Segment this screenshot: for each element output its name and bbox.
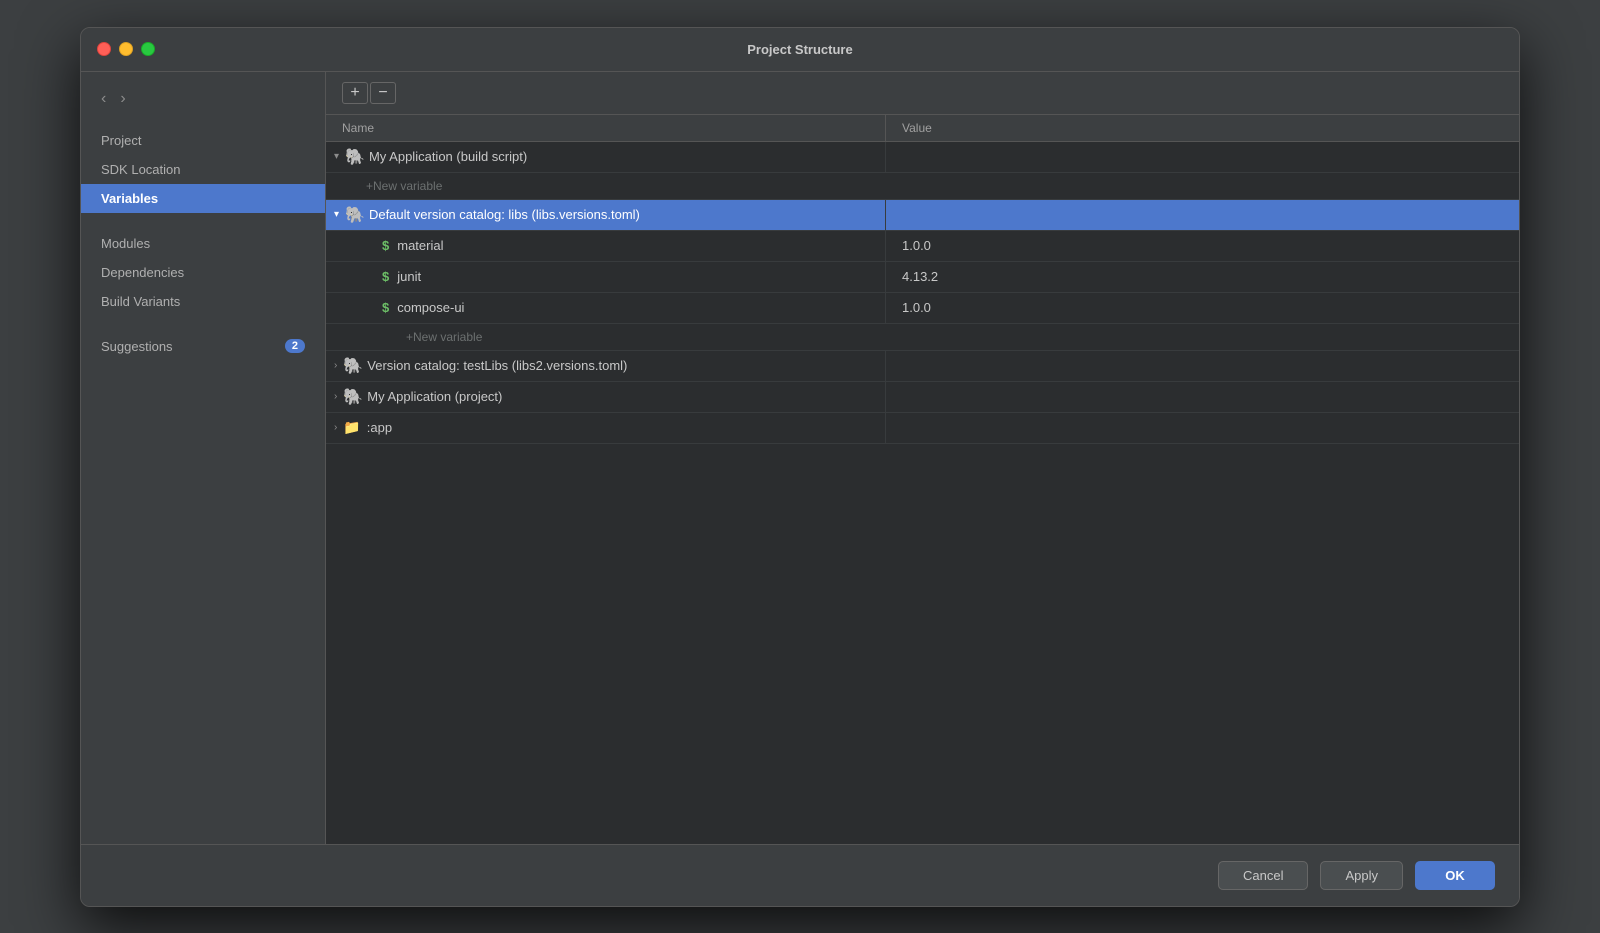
new-variable-row[interactable]: +New variable	[326, 173, 1519, 200]
variable-icon: $	[382, 300, 389, 315]
row-name-cell: ▾ 🐘 Default version catalog: libs (libs.…	[326, 200, 886, 230]
row-value-cell: 1.0.0	[886, 234, 1519, 257]
gradle-icon: 🐘	[343, 387, 363, 407]
table-row[interactable]: $ material 1.0.0	[326, 231, 1519, 262]
chevron-down-icon: ▾	[334, 209, 339, 220]
close-button[interactable]	[97, 42, 111, 56]
table-row[interactable]: ▾ 🐘 My Application (build script)	[326, 142, 1519, 173]
table-header: Name Value	[326, 115, 1519, 142]
row-name-cell: › 🐘 Version catalog: testLibs (libs2.ver…	[326, 351, 886, 381]
gradle-icon: 🐘	[345, 147, 365, 167]
sidebar-item-dependencies[interactable]: Dependencies	[81, 258, 325, 287]
sidebar-item-sdk-location[interactable]: SDK Location	[81, 155, 325, 184]
row-value-cell	[886, 211, 1519, 219]
title-bar: Project Structure	[81, 28, 1519, 72]
sidebar-item-build-variants[interactable]: Build Variants	[81, 287, 325, 316]
row-value-cell	[886, 393, 1519, 401]
dialog-title: Project Structure	[747, 42, 852, 57]
row-name-cell: $ junit	[326, 262, 886, 292]
sidebar-item-modules[interactable]: Modules	[81, 229, 325, 258]
row-name-cell: › 📁 :app	[326, 413, 886, 443]
row-name-cell: ▾ 🐘 My Application (build script)	[326, 142, 886, 172]
nav-forward-button[interactable]: ›	[116, 88, 129, 110]
add-variable-button[interactable]: +	[342, 82, 368, 104]
main-content: + − Name Value ▾ 🐘 My Application (build…	[326, 72, 1519, 844]
variable-icon: $	[382, 269, 389, 284]
variable-icon: $	[382, 238, 389, 253]
gradle-icon: 🐘	[345, 205, 365, 225]
row-value-cell	[886, 362, 1519, 370]
table-row[interactable]: $ compose-ui 1.0.0	[326, 293, 1519, 324]
project-structure-dialog: Project Structure ‹ › Project SDK Locati…	[80, 27, 1520, 907]
table-row[interactable]: ▾ 🐘 Default version catalog: libs (libs.…	[326, 200, 1519, 231]
sidebar: ‹ › Project SDK Location Variables Modul…	[81, 72, 326, 844]
ok-button[interactable]: OK	[1415, 861, 1495, 890]
dialog-body: ‹ › Project SDK Location Variables Modul…	[81, 72, 1519, 844]
row-value-cell	[886, 424, 1519, 432]
chevron-down-icon: ▾	[334, 151, 339, 162]
apply-button[interactable]: Apply	[1320, 861, 1403, 890]
chevron-right-icon: ›	[334, 391, 337, 402]
sidebar-item-project[interactable]: Project	[81, 126, 325, 155]
value-column-header: Value	[886, 115, 1519, 141]
table-row[interactable]: $ junit 4.13.2	[326, 262, 1519, 293]
toolbar: + −	[326, 72, 1519, 115]
sidebar-gap-2	[81, 316, 325, 332]
nav-back-button[interactable]: ‹	[97, 88, 110, 110]
name-column-header: Name	[326, 115, 886, 141]
remove-variable-button[interactable]: −	[370, 82, 396, 104]
traffic-lights	[97, 42, 155, 56]
table-row[interactable]: › 📁 :app	[326, 413, 1519, 444]
table-row[interactable]: › 🐘 Version catalog: testLibs (libs2.ver…	[326, 351, 1519, 382]
maximize-button[interactable]	[141, 42, 155, 56]
nav-arrows: ‹ ›	[81, 84, 325, 126]
bottom-bar: Cancel Apply OK	[81, 844, 1519, 906]
folder-icon: 📁	[343, 419, 360, 436]
sidebar-item-variables[interactable]: Variables	[81, 184, 325, 213]
row-name-cell: $ material	[326, 231, 886, 261]
suggestions-badge: 2	[285, 339, 305, 353]
sidebar-gap	[81, 213, 325, 229]
table-body: ▾ 🐘 My Application (build script) +New v…	[326, 142, 1519, 844]
new-variable-row[interactable]: +New variable	[326, 324, 1519, 351]
row-name-cell: $ compose-ui	[326, 293, 886, 323]
chevron-right-icon: ›	[334, 422, 337, 433]
sidebar-item-suggestions[interactable]: Suggestions 2	[81, 332, 325, 361]
row-name-cell: › 🐘 My Application (project)	[326, 382, 886, 412]
row-value-cell: 1.0.0	[886, 296, 1519, 319]
row-value-cell	[886, 153, 1519, 161]
row-value-cell: 4.13.2	[886, 265, 1519, 288]
table-row[interactable]: › 🐘 My Application (project)	[326, 382, 1519, 413]
gradle-icon: 🐘	[343, 356, 363, 376]
minimize-button[interactable]	[119, 42, 133, 56]
chevron-right-icon: ›	[334, 360, 337, 371]
cancel-button[interactable]: Cancel	[1218, 861, 1308, 890]
